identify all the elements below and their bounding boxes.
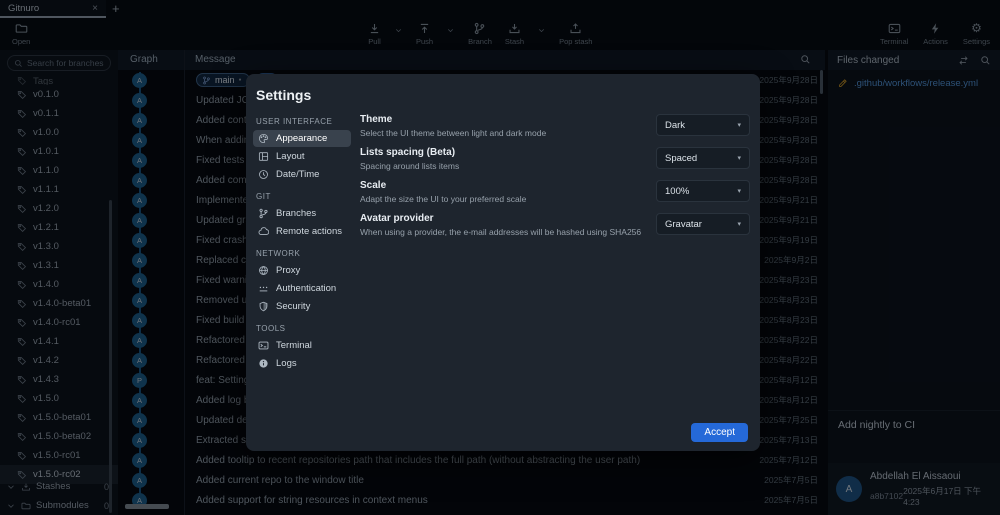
section-tools: TOOLS: [256, 324, 348, 333]
info-icon: [258, 358, 269, 369]
spacing-value: Spaced: [665, 153, 697, 164]
settings-item-branches[interactable]: Branches: [253, 205, 351, 222]
settings-item-appearance[interactable]: Appearance: [253, 130, 351, 147]
scale-dropdown[interactable]: 100% ▾: [656, 180, 750, 202]
settings-item-remote-actions[interactable]: Remote actions: [253, 223, 351, 240]
proxy-label: Proxy: [276, 265, 300, 276]
settings-dialog: Settings USER INTERFACE Appearance Layou…: [246, 74, 760, 451]
settings-title: Settings: [256, 87, 348, 103]
settings-item-terminal[interactable]: Terminal: [253, 337, 351, 354]
authentication-label: Authentication: [276, 283, 336, 294]
settings-content: Theme Select the UI theme between light …: [358, 74, 760, 451]
remote-actions-label: Remote actions: [276, 226, 342, 237]
chevron-down-icon: ▾: [737, 187, 741, 195]
spacing-label: Lists spacing (Beta): [360, 147, 459, 158]
theme-text: Theme Select the UI theme between light …: [360, 114, 546, 138]
theme-dropdown[interactable]: Dark ▾: [656, 114, 750, 136]
chevron-down-icon: ▾: [737, 220, 741, 228]
settings-nav: Settings USER INTERFACE Appearance Layou…: [246, 74, 358, 451]
theme-value: Dark: [665, 120, 685, 131]
datetime-label: Date/Time: [276, 169, 319, 180]
layout-label: Layout: [276, 151, 305, 162]
section-user-interface: USER INTERFACE: [256, 117, 348, 126]
clock-icon: [258, 169, 269, 180]
settings-item-layout[interactable]: Layout: [253, 148, 351, 165]
spacing-text: Lists spacing (Beta) Spacing around list…: [360, 147, 459, 171]
avatar-provider-desc: When using a provider, the e-mail addres…: [360, 227, 641, 237]
theme-label: Theme: [360, 114, 546, 125]
setting-scale: Scale Adapt the size the UI to your pref…: [360, 180, 750, 205]
security-label: Security: [276, 301, 310, 312]
avatar-provider-dropdown[interactable]: Gravatar ▾: [656, 213, 750, 235]
avatar-provider-value: Gravatar: [665, 219, 702, 230]
password-dots-icon: [258, 283, 269, 294]
settings-item-logs[interactable]: Logs: [253, 355, 351, 372]
palette-icon: [258, 133, 269, 144]
section-network: NETWORK: [256, 249, 348, 258]
terminal-icon: [258, 340, 269, 351]
globe-icon: [258, 265, 269, 276]
cloud-icon: [258, 226, 269, 237]
chevron-down-icon: ▾: [737, 154, 741, 162]
shield-icon: [258, 301, 269, 312]
branches-label: Branches: [276, 208, 316, 219]
gitnuro-window: Gitnuro × + Open Pull Push Branch: [0, 0, 1000, 515]
setting-avatar-provider: Avatar provider When using a provider, t…: [360, 213, 750, 238]
theme-desc: Select the UI theme between light and da…: [360, 128, 546, 138]
setting-theme: Theme Select the UI theme between light …: [360, 114, 750, 139]
section-git: GIT: [256, 192, 348, 201]
settings-item-security[interactable]: Security: [253, 298, 351, 315]
settings-item-datetime[interactable]: Date/Time: [253, 166, 351, 183]
logs-label: Logs: [276, 358, 297, 369]
spacing-dropdown[interactable]: Spaced ▾: [656, 147, 750, 169]
branch-icon: [258, 208, 269, 219]
settings-item-proxy[interactable]: Proxy: [253, 262, 351, 279]
appearance-label: Appearance: [276, 133, 327, 144]
layout-icon: [258, 151, 269, 162]
terminal-label: Terminal: [276, 340, 312, 351]
scale-value: 100%: [665, 186, 689, 197]
accept-button[interactable]: Accept: [691, 423, 748, 442]
avatar-provider-text: Avatar provider When using a provider, t…: [360, 213, 641, 237]
spacing-desc: Spacing around lists items: [360, 161, 459, 171]
settings-item-authentication[interactable]: Authentication: [253, 280, 351, 297]
scale-label: Scale: [360, 180, 526, 191]
scale-text: Scale Adapt the size the UI to your pref…: [360, 180, 526, 204]
avatar-provider-label: Avatar provider: [360, 213, 641, 224]
setting-lists-spacing: Lists spacing (Beta) Spacing around list…: [360, 147, 750, 172]
chevron-down-icon: ▾: [737, 121, 741, 129]
scale-desc: Adapt the size the UI to your preferred …: [360, 194, 526, 204]
